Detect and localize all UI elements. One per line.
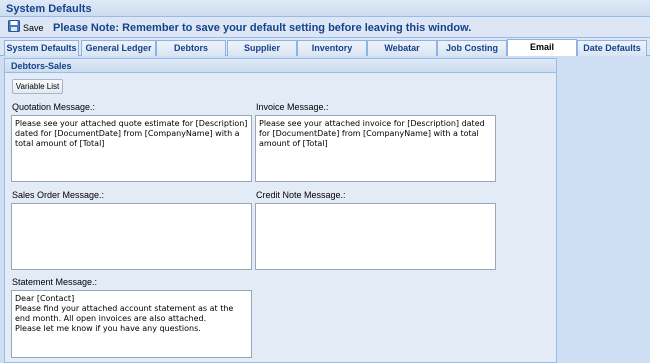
toolbar: Save Please Note: Remember to save your … xyxy=(0,17,650,38)
save-label: Save xyxy=(23,22,44,33)
credit-note-message-textarea[interactable] xyxy=(255,203,496,270)
invoice-message-textarea[interactable]: Please see your attached invoice for [De… xyxy=(255,115,496,182)
content-area: Debtors-Sales Variable List Quotation Me… xyxy=(0,56,650,363)
tab-inventory[interactable]: Inventory xyxy=(297,40,367,56)
window-header: System Defaults xyxy=(0,0,650,17)
invoice-message-label: Invoice Message.: xyxy=(256,102,329,112)
credit-note-message-label: Credit Note Message.: xyxy=(256,190,346,200)
tab-supplier[interactable]: Supplier xyxy=(227,40,297,56)
statement-message-textarea[interactable]: Dear [Contact] Please find your attached… xyxy=(11,290,252,358)
tab-webatar[interactable]: Webatar xyxy=(367,40,437,56)
tab-email[interactable]: Email xyxy=(507,39,577,56)
save-reminder-note: Please Note: Remember to save your defau… xyxy=(53,22,472,34)
tab-general-ledger[interactable]: General Ledger xyxy=(81,40,156,56)
quotation-message-textarea[interactable]: Please see your attached quote estimate … xyxy=(11,115,252,182)
statement-message-label: Statement Message.: xyxy=(12,277,98,287)
panel-body: Variable List Quotation Message.: Please… xyxy=(5,73,556,362)
panel-header: Debtors-Sales xyxy=(5,59,556,73)
quotation-message-label: Quotation Message.: xyxy=(12,102,96,112)
tab-bar: System Defaults General Ledger Debtors S… xyxy=(0,38,650,56)
sales-order-message-textarea[interactable] xyxy=(11,203,252,270)
debtors-sales-panel: Debtors-Sales Variable List Quotation Me… xyxy=(4,58,557,363)
floppy-disk-icon xyxy=(8,20,20,35)
tab-debtors[interactable]: Debtors xyxy=(156,40,226,56)
panel-title: Debtors-Sales xyxy=(11,61,72,71)
tab-job-costing[interactable]: Job Costing xyxy=(437,40,507,56)
sales-order-message-label: Sales Order Message.: xyxy=(12,190,105,200)
window-title: System Defaults xyxy=(6,3,92,15)
tab-system-defaults[interactable]: System Defaults xyxy=(4,40,79,56)
save-button[interactable]: Save xyxy=(8,19,44,36)
tab-date-defaults[interactable]: Date Defaults xyxy=(577,40,647,56)
variable-list-button[interactable]: Variable List xyxy=(12,79,63,94)
